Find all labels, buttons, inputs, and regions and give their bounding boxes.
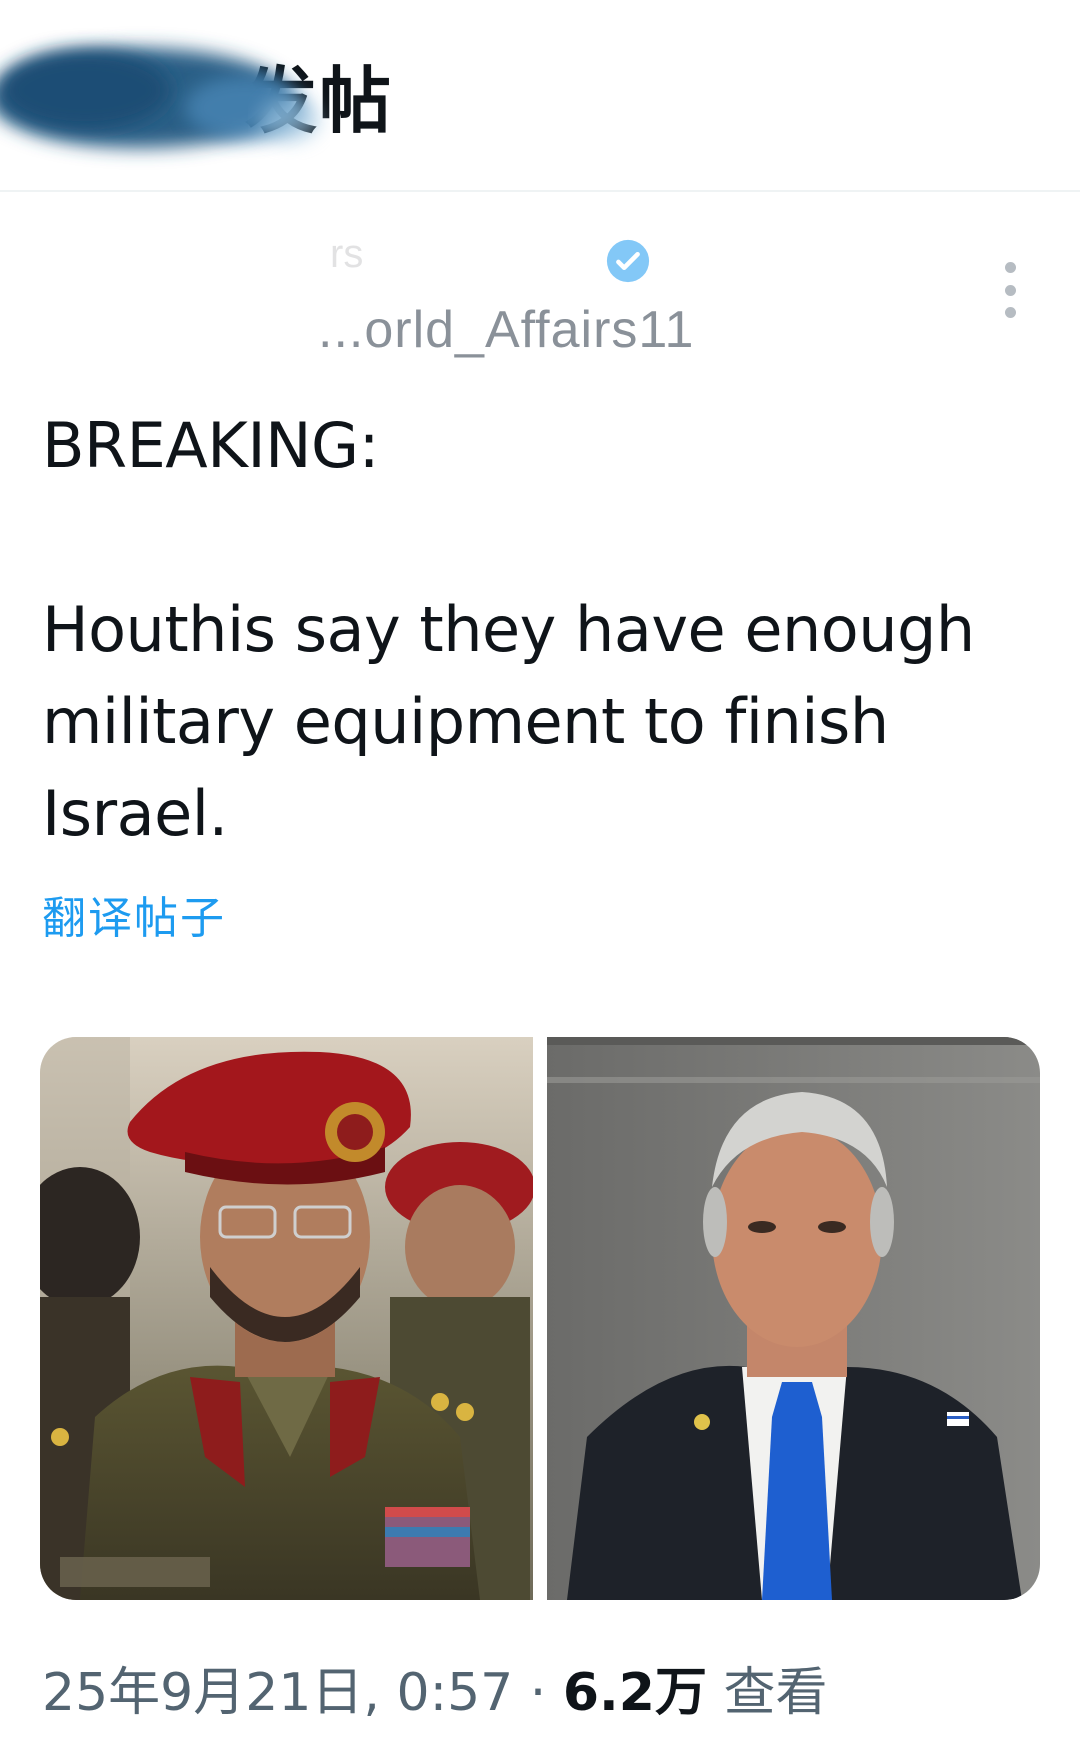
more-vertical-icon (1004, 262, 1016, 273)
military-officer-photo[interactable] (40, 1037, 533, 1600)
author-handle[interactable]: ...orld_Affairs11 (318, 300, 694, 360)
more-options-button[interactable] (990, 262, 1030, 318)
post-paragraph: BREAKING: (42, 409, 379, 482)
views-label: 查看 (723, 1663, 828, 1723)
post-timestamp[interactable]: 25年9月21日, 0:57 (42, 1663, 513, 1723)
translate-post-link[interactable]: 翻译帖子 (42, 882, 226, 946)
display-name[interactable]: rs (330, 232, 363, 277)
post-text: BREAKING: Houthis say they have enough m… (42, 400, 1042, 860)
meta-separator: · (529, 1663, 547, 1723)
avatar[interactable] (0, 20, 330, 170)
views-count[interactable]: 6.2万 (563, 1663, 707, 1723)
politician-photo[interactable] (547, 1037, 1040, 1600)
post-paragraph: Houthis say they have enough military eq… (42, 593, 975, 850)
media-grid (40, 1037, 1040, 1600)
verified-badge-icon (606, 239, 650, 283)
post-meta: 25年9月21日, 0:57 · 6.2万 查看 (42, 1650, 828, 1725)
